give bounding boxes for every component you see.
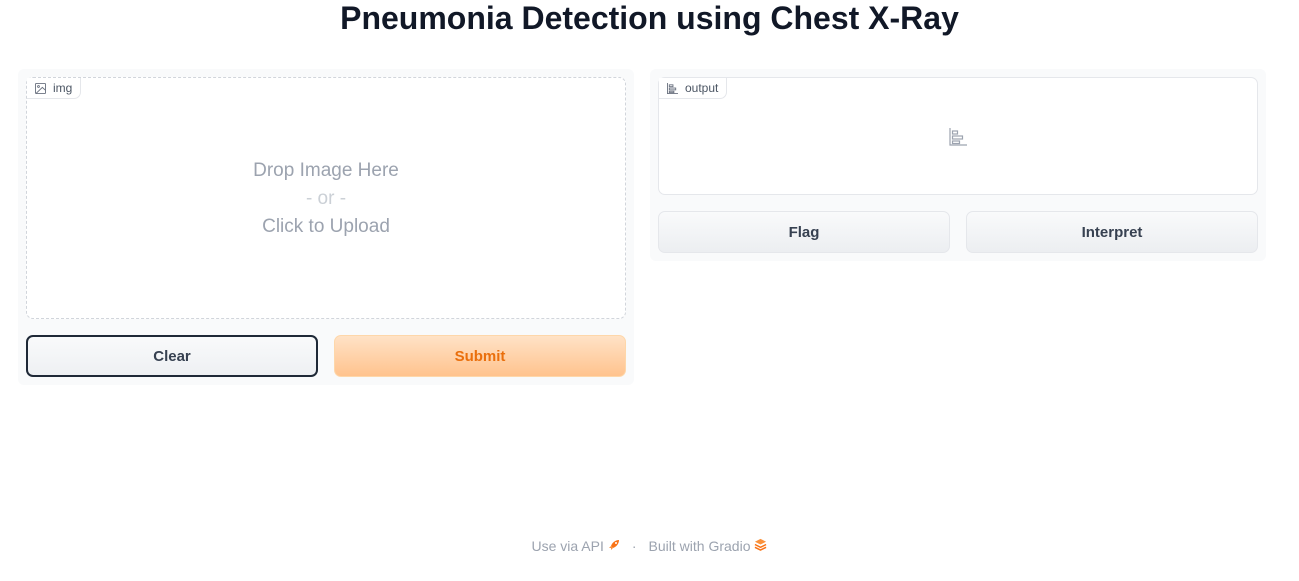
use-via-api-text: Use via API (531, 538, 604, 554)
output-placeholder-chart-icon (949, 128, 967, 146)
upload-or-text: - or - (305, 188, 347, 209)
output-label-box: output (658, 77, 1258, 195)
gradio-logo-icon (754, 538, 767, 554)
clear-button[interactable]: Clear (26, 335, 318, 377)
input-block-label: img (27, 78, 82, 99)
image-icon (35, 82, 46, 94)
output-panel: output Flag Interpret (650, 69, 1266, 261)
bar-chart-icon (667, 82, 678, 94)
input-label-text: img (53, 81, 73, 95)
upload-instructions: Drop Image Here - or - Click to Upload (27, 157, 625, 241)
use-via-api-link[interactable]: Use via API (532, 538, 620, 554)
flag-button[interactable]: Flag (658, 211, 950, 253)
built-with-gradio-link[interactable]: Built with Gradio (649, 538, 768, 554)
submit-button[interactable]: Submit (334, 335, 626, 377)
page-title: Pneumonia Detection using Chest X-Ray (340, 0, 959, 36)
built-with-gradio-text: Built with Gradio (648, 538, 751, 554)
footer-separator: · (631, 538, 637, 554)
image-upload-dropzone[interactable]: img Drop Image Here - or - Click to Uplo… (26, 77, 626, 319)
input-panel: img Drop Image Here - or - Click to Uplo… (18, 69, 634, 385)
footer: Use via API · Built with Gradio (0, 538, 1299, 554)
output-block-label: output (659, 78, 728, 99)
rocket-icon (608, 538, 620, 554)
interpret-button[interactable]: Interpret (966, 211, 1258, 253)
upload-click-text: Click to Upload (262, 216, 390, 237)
upload-drop-text: Drop Image Here (253, 160, 399, 181)
output-label-text: output (685, 81, 719, 95)
